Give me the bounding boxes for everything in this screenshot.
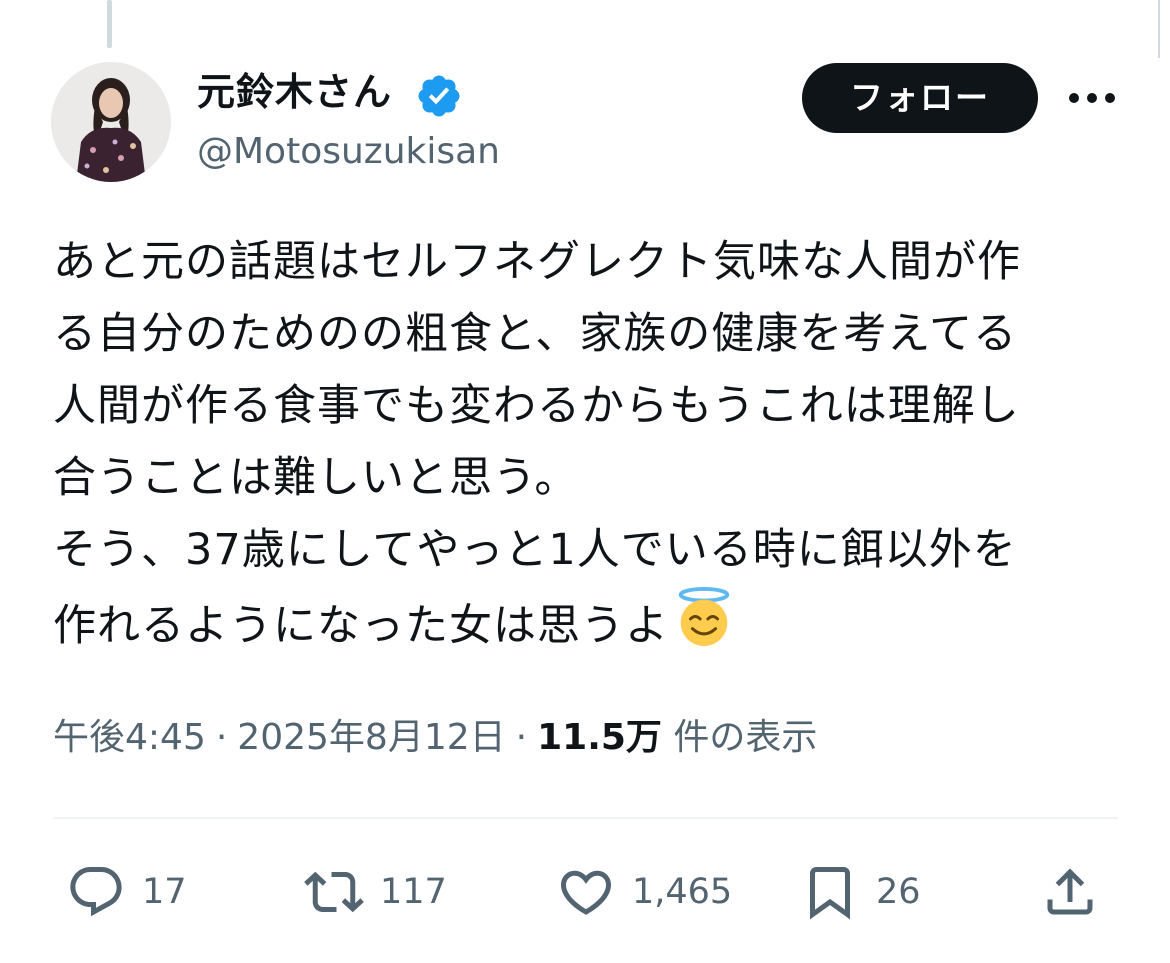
retweet-count: 117 — [380, 872, 447, 912]
reply-icon — [70, 867, 122, 917]
reply-count: 17 — [142, 872, 187, 912]
tweet-meta: 午後4:45 · 2025年8月12日 · 11.5万 件の表示 — [53, 712, 817, 764]
meta-separator: · — [515, 717, 528, 758]
author-display-name[interactable]: 元鈴木さん — [197, 66, 392, 118]
edge-divider — [1158, 0, 1160, 58]
tweet-text-line: 合うことは難しいと思う。 — [53, 453, 579, 503]
author-handle[interactable]: @Motosuzukisan — [197, 127, 500, 177]
smiling-face-with-halo-icon — [678, 586, 730, 647]
avatar[interactable] — [51, 62, 171, 182]
follow-button[interactable]: フォロー — [802, 63, 1038, 133]
tweet-text-line: そう、37歳にしてやっと1人でいる時に餌以外を — [53, 525, 1017, 575]
retweet-icon — [304, 871, 364, 913]
thread-connector-line — [107, 0, 112, 48]
divider — [53, 817, 1118, 819]
tweet-date[interactable]: 2025年8月12日 — [237, 717, 505, 758]
bookmark-icon — [810, 867, 850, 920]
views-label[interactable]: 件の表示 — [673, 717, 817, 758]
retweet-button[interactable]: 117 — [304, 860, 447, 924]
tweet-text-last-line: 作れるようになった女は思うよ — [53, 586, 1133, 662]
share-icon — [1047, 868, 1093, 915]
share-button[interactable] — [1040, 860, 1100, 924]
bookmark-count: 26 — [876, 872, 921, 912]
tweet-text-line: る自分のためのの粗食と、家族の健康を考えてる — [53, 309, 1018, 359]
like-button[interactable]: 1,465 — [556, 860, 732, 924]
tweet-text-line: あと元の話題はセルフネグレクト気味な人間が作 — [53, 237, 1021, 287]
more-horizontal-icon[interactable] — [1064, 78, 1120, 118]
reply-button[interactable]: 17 — [66, 860, 187, 924]
meta-separator: · — [215, 717, 228, 758]
views-count[interactable]: 11.5万 — [537, 717, 662, 758]
verified-badge-icon[interactable] — [415, 72, 463, 120]
tweet-text-line: 作れるようになった女は思うよ — [53, 601, 669, 651]
like-count: 1,465 — [632, 872, 733, 912]
bookmark-button[interactable]: 26 — [800, 860, 921, 924]
heart-icon — [560, 870, 612, 915]
tweet-text-line: 人間が作る食事でも変わるからもうこれは理解し — [53, 381, 1020, 431]
avatar-image — [51, 62, 171, 182]
tweet-text: あと元の話題はセルフネグレクト気味な人間が作 る自分のためのの粗食と、家族の健康… — [53, 226, 1133, 662]
tweet-time[interactable]: 午後4:45 — [53, 717, 206, 758]
